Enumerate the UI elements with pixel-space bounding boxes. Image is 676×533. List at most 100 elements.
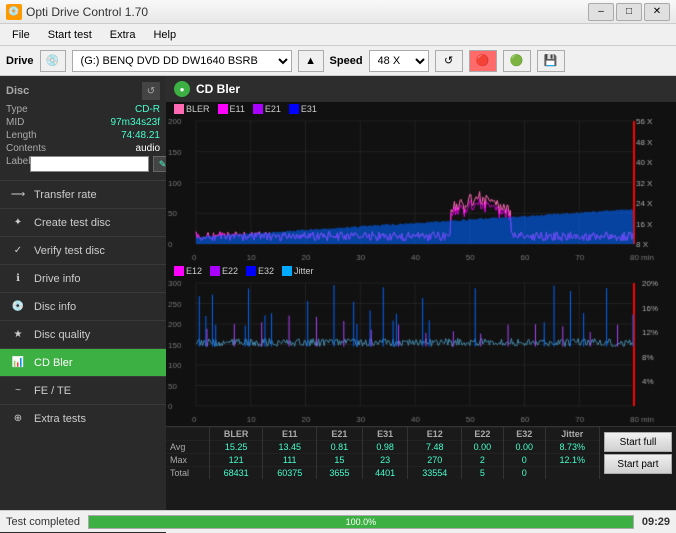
- disc-length-value: 74:48.21: [121, 130, 160, 141]
- close-button[interactable]: ✕: [644, 3, 670, 21]
- stats-avg-e11: 13.45: [263, 441, 317, 454]
- disc-mid-value: 97m34s23f: [111, 117, 160, 128]
- stats-max-row: Max 121 111 15 23 270 2 0 12.1%: [166, 454, 600, 467]
- title-bar-left: 💿 Opti Drive Control 1.70: [6, 4, 148, 20]
- sidebar-item-transfer-rate[interactable]: ⟶ Transfer rate: [0, 180, 166, 208]
- stats-max-bler: 121: [209, 454, 263, 467]
- e22-color: [210, 266, 220, 276]
- e11-color: [218, 104, 228, 114]
- stats-avg-label: Avg: [166, 441, 209, 454]
- disc-contents-row: Contents audio: [6, 143, 160, 154]
- legend-e21: E21: [253, 104, 281, 114]
- stats-max-jitter: 12.1%: [545, 454, 599, 467]
- maximize-button[interactable]: □: [616, 3, 642, 21]
- chart-header: ● CD Bler: [166, 76, 676, 102]
- disc-info-icon: 💿: [10, 299, 26, 315]
- minimize-button[interactable]: –: [588, 3, 614, 21]
- top-chart-canvas: [166, 116, 674, 264]
- save-button[interactable]: 💾: [537, 50, 565, 72]
- stats-avg-e31: 0.98: [362, 441, 408, 454]
- disc-label-label: Label: [6, 156, 30, 172]
- e32-label: E32: [258, 266, 274, 276]
- disc-length-row: Length 74:48.21: [6, 130, 160, 141]
- chart-title: CD Bler: [196, 82, 240, 96]
- nav-transfer-rate-label: Transfer rate: [34, 189, 97, 201]
- disc-contents-value: audio: [136, 143, 160, 154]
- sidebar-item-fe-te[interactable]: ~ FE / TE: [0, 376, 166, 404]
- menu-extra[interactable]: Extra: [102, 27, 144, 43]
- stats-col-label: [166, 428, 209, 441]
- disc-type-row: Type CD-R: [6, 104, 160, 115]
- disc-mid-row: MID 97m34s23f: [6, 117, 160, 128]
- app-icon: 💿: [6, 4, 22, 20]
- stats-max-e21: 15: [317, 454, 363, 467]
- sidebar-item-extra-tests[interactable]: ⊕ Extra tests: [0, 404, 166, 432]
- extra-tests-icon: ⊕: [10, 411, 26, 427]
- e12-label: E12: [186, 266, 202, 276]
- jitter-color: [282, 266, 292, 276]
- transfer-rate-icon: ⟶: [10, 187, 26, 203]
- progress-bar-fill: 100.0%: [89, 516, 633, 528]
- drive-info-icon: ℹ: [10, 271, 26, 287]
- stats-avg-e12: 7.48: [408, 441, 462, 454]
- progress-bar-container: 100.0%: [88, 515, 634, 529]
- stats-total-label: Total: [166, 467, 209, 480]
- stats-total-e22: 5: [462, 467, 504, 480]
- legend-jitter: Jitter: [282, 266, 314, 276]
- sidebar-item-disc-quality[interactable]: ★ Disc quality: [0, 320, 166, 348]
- drive-icon-btn[interactable]: 💿: [40, 50, 66, 72]
- drive-action-btn1[interactable]: 🔴: [469, 50, 497, 72]
- nav-drive-info-label: Drive info: [34, 273, 80, 285]
- sidebar-item-verify-test-disc[interactable]: ✓ Verify test disc: [0, 236, 166, 264]
- disc-mid-label: MID: [6, 117, 24, 128]
- stats-area: BLER E11 E21 E31 E12 E22 E32 Jitter: [166, 426, 676, 479]
- menu-start-test[interactable]: Start test: [40, 27, 100, 43]
- sidebar-item-cd-bler[interactable]: 📊 CD Bler: [0, 348, 166, 376]
- sidebar-item-drive-info[interactable]: ℹ Drive info: [0, 264, 166, 292]
- stats-avg-jitter: 8.73%: [545, 441, 599, 454]
- e22-label: E22: [222, 266, 238, 276]
- sidebar-item-create-test-disc[interactable]: ✦ Create test disc: [0, 208, 166, 236]
- eject-button[interactable]: ▲: [298, 50, 324, 72]
- legend-e22: E22: [210, 266, 238, 276]
- bottom-status-bar: Test completed 100.0% 09:29: [0, 510, 676, 532]
- bottom-chart-legend: E12 E22 E32 Jitter: [166, 264, 676, 278]
- stats-buttons: Start full Start part: [600, 430, 676, 476]
- menu-file[interactable]: File: [4, 27, 38, 43]
- start-part-button[interactable]: Start part: [604, 454, 672, 474]
- stats-table: BLER E11 E21 E31 E12 E22 E32 Jitter: [166, 427, 600, 479]
- e21-color: [253, 104, 263, 114]
- stats-max-e11: 111: [263, 454, 317, 467]
- speed-select[interactable]: 48 X: [369, 50, 429, 72]
- sidebar: Disc ↺ Type CD-R MID 97m34s23f Length 74…: [0, 76, 166, 532]
- chart-header-icon: ●: [174, 81, 190, 97]
- status-text: Test completed: [6, 516, 80, 528]
- refresh-drive-button[interactable]: ↺: [435, 50, 463, 72]
- bottom-chart-area: [166, 278, 676, 426]
- jitter-label: Jitter: [294, 266, 314, 276]
- stats-total-e11: 60375: [263, 467, 317, 480]
- sidebar-item-disc-info[interactable]: 💿 Disc info: [0, 292, 166, 320]
- time-display: 09:29: [642, 516, 670, 528]
- e21-label: E21: [265, 104, 281, 114]
- menu-help[interactable]: Help: [145, 27, 184, 43]
- legend-e32: E32: [246, 266, 274, 276]
- title-bar-controls: – □ ✕: [588, 3, 670, 21]
- start-full-button[interactable]: Start full: [604, 432, 672, 452]
- stats-total-e32: 0: [503, 467, 545, 480]
- cd-bler-icon: 📊: [10, 355, 26, 371]
- nav-fe-te-label: FE / TE: [34, 385, 71, 397]
- main-content: Disc ↺ Type CD-R MID 97m34s23f Length 74…: [0, 76, 676, 532]
- drive-select[interactable]: (G:) BENQ DVD DD DW1640 BSRB: [72, 50, 292, 72]
- stats-total-e21: 3655: [317, 467, 363, 480]
- disc-label-input[interactable]: [30, 156, 149, 172]
- stats-avg-e32: 0.00: [503, 441, 545, 454]
- stats-avg-e21: 0.81: [317, 441, 363, 454]
- e11-label: E11: [230, 104, 245, 114]
- drive-action-btn2[interactable]: 🟢: [503, 50, 531, 72]
- create-test-disc-icon: ✦: [10, 215, 26, 231]
- stats-max-e31: 23: [362, 454, 408, 467]
- progress-text: 100.0%: [346, 517, 377, 527]
- disc-refresh-button[interactable]: ↺: [142, 82, 160, 100]
- verify-test-disc-icon: ✓: [10, 243, 26, 259]
